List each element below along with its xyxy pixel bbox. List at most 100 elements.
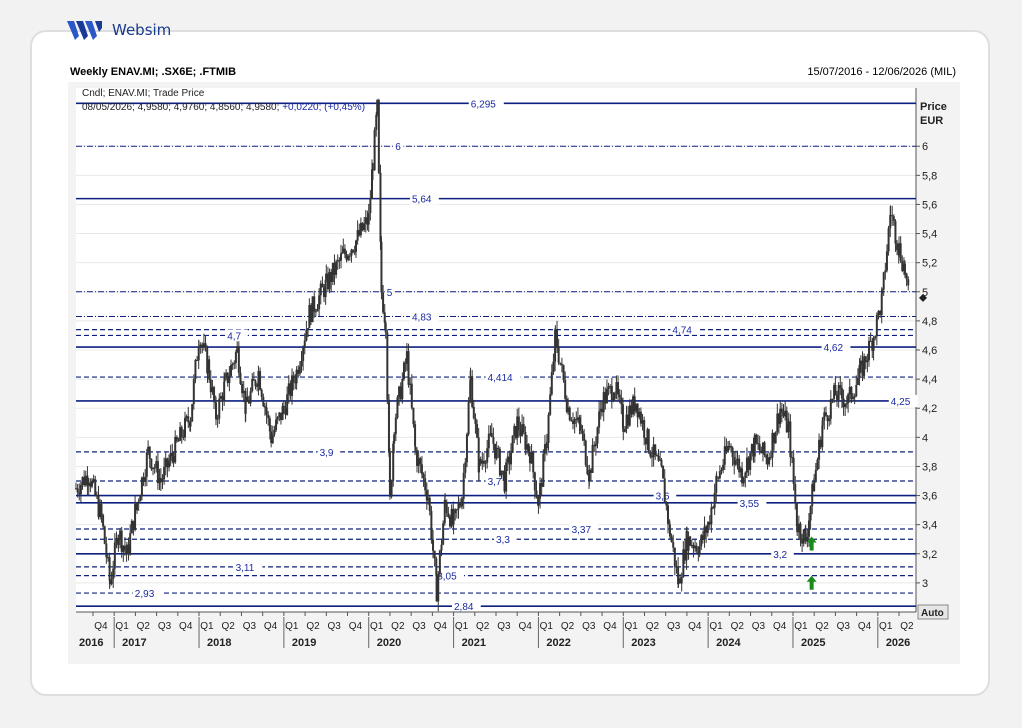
x-quarter-label: Q1 bbox=[115, 621, 129, 632]
candle-body bbox=[505, 462, 508, 492]
candle-body bbox=[260, 389, 263, 397]
candle-body bbox=[556, 329, 559, 348]
candle-body bbox=[455, 509, 458, 511]
x-quarter-label: Q3 bbox=[752, 621, 766, 632]
x-quarter-label: Q3 bbox=[158, 621, 172, 632]
candle-body bbox=[866, 360, 869, 363]
x-quarter-label: Q1 bbox=[370, 621, 384, 632]
candle-body bbox=[348, 255, 351, 257]
candle-body bbox=[110, 579, 113, 585]
candle-body bbox=[367, 213, 370, 225]
candle-body bbox=[617, 382, 620, 395]
candle-body bbox=[396, 397, 399, 418]
x-quarter-label: Q4 bbox=[518, 621, 532, 632]
y-tick-label: 3,2 bbox=[922, 549, 937, 561]
candle-body bbox=[246, 396, 249, 402]
candle-body bbox=[194, 359, 197, 380]
level-label: 3,9 bbox=[320, 448, 334, 459]
candle-body bbox=[557, 347, 560, 363]
candle-body bbox=[393, 434, 396, 444]
candle-body bbox=[471, 376, 474, 407]
candle-body bbox=[813, 480, 816, 492]
candle-body bbox=[355, 240, 357, 252]
candle-body bbox=[814, 469, 817, 481]
candle-body bbox=[382, 292, 385, 313]
candle-body bbox=[586, 465, 589, 475]
candle-body bbox=[402, 362, 405, 379]
candle-body bbox=[204, 343, 207, 348]
candle-body bbox=[316, 309, 319, 312]
candle-body bbox=[792, 457, 795, 484]
candle-body bbox=[596, 427, 599, 444]
candle-body bbox=[885, 251, 888, 271]
y-tick-label: 4,2 bbox=[922, 403, 937, 415]
candle-body bbox=[228, 375, 231, 384]
candle-body bbox=[452, 513, 455, 525]
candle-body bbox=[386, 332, 389, 400]
candle-body bbox=[428, 497, 431, 511]
x-quarter-label: Q4 bbox=[94, 621, 108, 632]
candle-body bbox=[445, 501, 448, 514]
candle-body bbox=[892, 216, 895, 222]
candle-body bbox=[237, 346, 240, 373]
y-tick-label: 3,4 bbox=[922, 520, 937, 532]
x-year-label: 2025 bbox=[801, 637, 825, 649]
candle-body bbox=[263, 406, 266, 408]
price-chart[interactable]: 3 3,2 3,4 3,6 3,8 4 4,2 4,4 4,6 4,8 5 5,2 5,4 5,6 5,8 6… bbox=[68, 82, 960, 664]
candle-body bbox=[710, 507, 713, 525]
candle-body bbox=[891, 215, 894, 217]
candle-body bbox=[789, 421, 792, 458]
candle-body bbox=[896, 243, 899, 251]
level-label: 3,7 bbox=[488, 477, 502, 488]
x-quarter-label: Q1 bbox=[794, 621, 808, 632]
candle-body bbox=[809, 506, 812, 521]
candle-body bbox=[123, 545, 126, 550]
x-quarter-label: Q4 bbox=[434, 621, 448, 632]
candle-body bbox=[79, 484, 82, 495]
candle-body bbox=[440, 544, 443, 551]
candle-body bbox=[430, 510, 433, 540]
candle-body bbox=[410, 383, 413, 408]
candle-body bbox=[594, 443, 597, 447]
candle-body bbox=[175, 436, 178, 441]
candle-body bbox=[192, 379, 195, 405]
x-quarter-label: Q2 bbox=[731, 621, 745, 632]
candle-body bbox=[198, 346, 201, 348]
candle-body bbox=[881, 289, 884, 294]
candle-body bbox=[542, 453, 545, 487]
candle-body bbox=[668, 524, 671, 537]
chart-panel: 3 3,2 3,4 3,6 3,8 4 4,2 4,4 4,6 4,8 5 5,2 5,4 5,6 5,8 6… bbox=[68, 82, 960, 664]
candle-body bbox=[100, 503, 103, 515]
candle-body bbox=[495, 447, 498, 459]
candle-body bbox=[136, 502, 139, 511]
y-tick-label: 4 bbox=[922, 432, 928, 444]
candle-body bbox=[660, 459, 663, 466]
candle-body bbox=[560, 363, 563, 366]
candle-body bbox=[620, 397, 623, 405]
candle-body bbox=[113, 542, 116, 569]
candle-body bbox=[174, 436, 177, 463]
x-year-label: 2018 bbox=[207, 637, 231, 649]
candle-body bbox=[171, 452, 174, 457]
websim-logo-icon bbox=[67, 21, 102, 40]
candle-body bbox=[292, 375, 295, 383]
y-tick-label: 3,6 bbox=[922, 491, 937, 503]
x-quarter-label: Q3 bbox=[497, 621, 511, 632]
y-tick-label: 5,6 bbox=[922, 199, 937, 211]
x-quarter-label: Q2 bbox=[900, 621, 914, 632]
x-quarter-label: Q2 bbox=[221, 621, 235, 632]
candle-body bbox=[268, 418, 271, 432]
candle-body bbox=[828, 418, 831, 422]
candle-body bbox=[742, 477, 745, 484]
level-label: 4,25 bbox=[891, 397, 911, 408]
candle-body bbox=[474, 418, 477, 424]
x-quarter-label: Q1 bbox=[285, 621, 299, 632]
candle-body bbox=[715, 476, 718, 478]
candle-body bbox=[215, 402, 217, 420]
legend-series: Cndl; ENAV.MI; Trade Price bbox=[82, 88, 205, 99]
candle-body bbox=[872, 338, 875, 351]
level-label: 6 bbox=[395, 142, 401, 153]
candle-body bbox=[768, 457, 771, 465]
x-quarter-label: Q3 bbox=[328, 621, 342, 632]
candle-body bbox=[275, 419, 278, 430]
